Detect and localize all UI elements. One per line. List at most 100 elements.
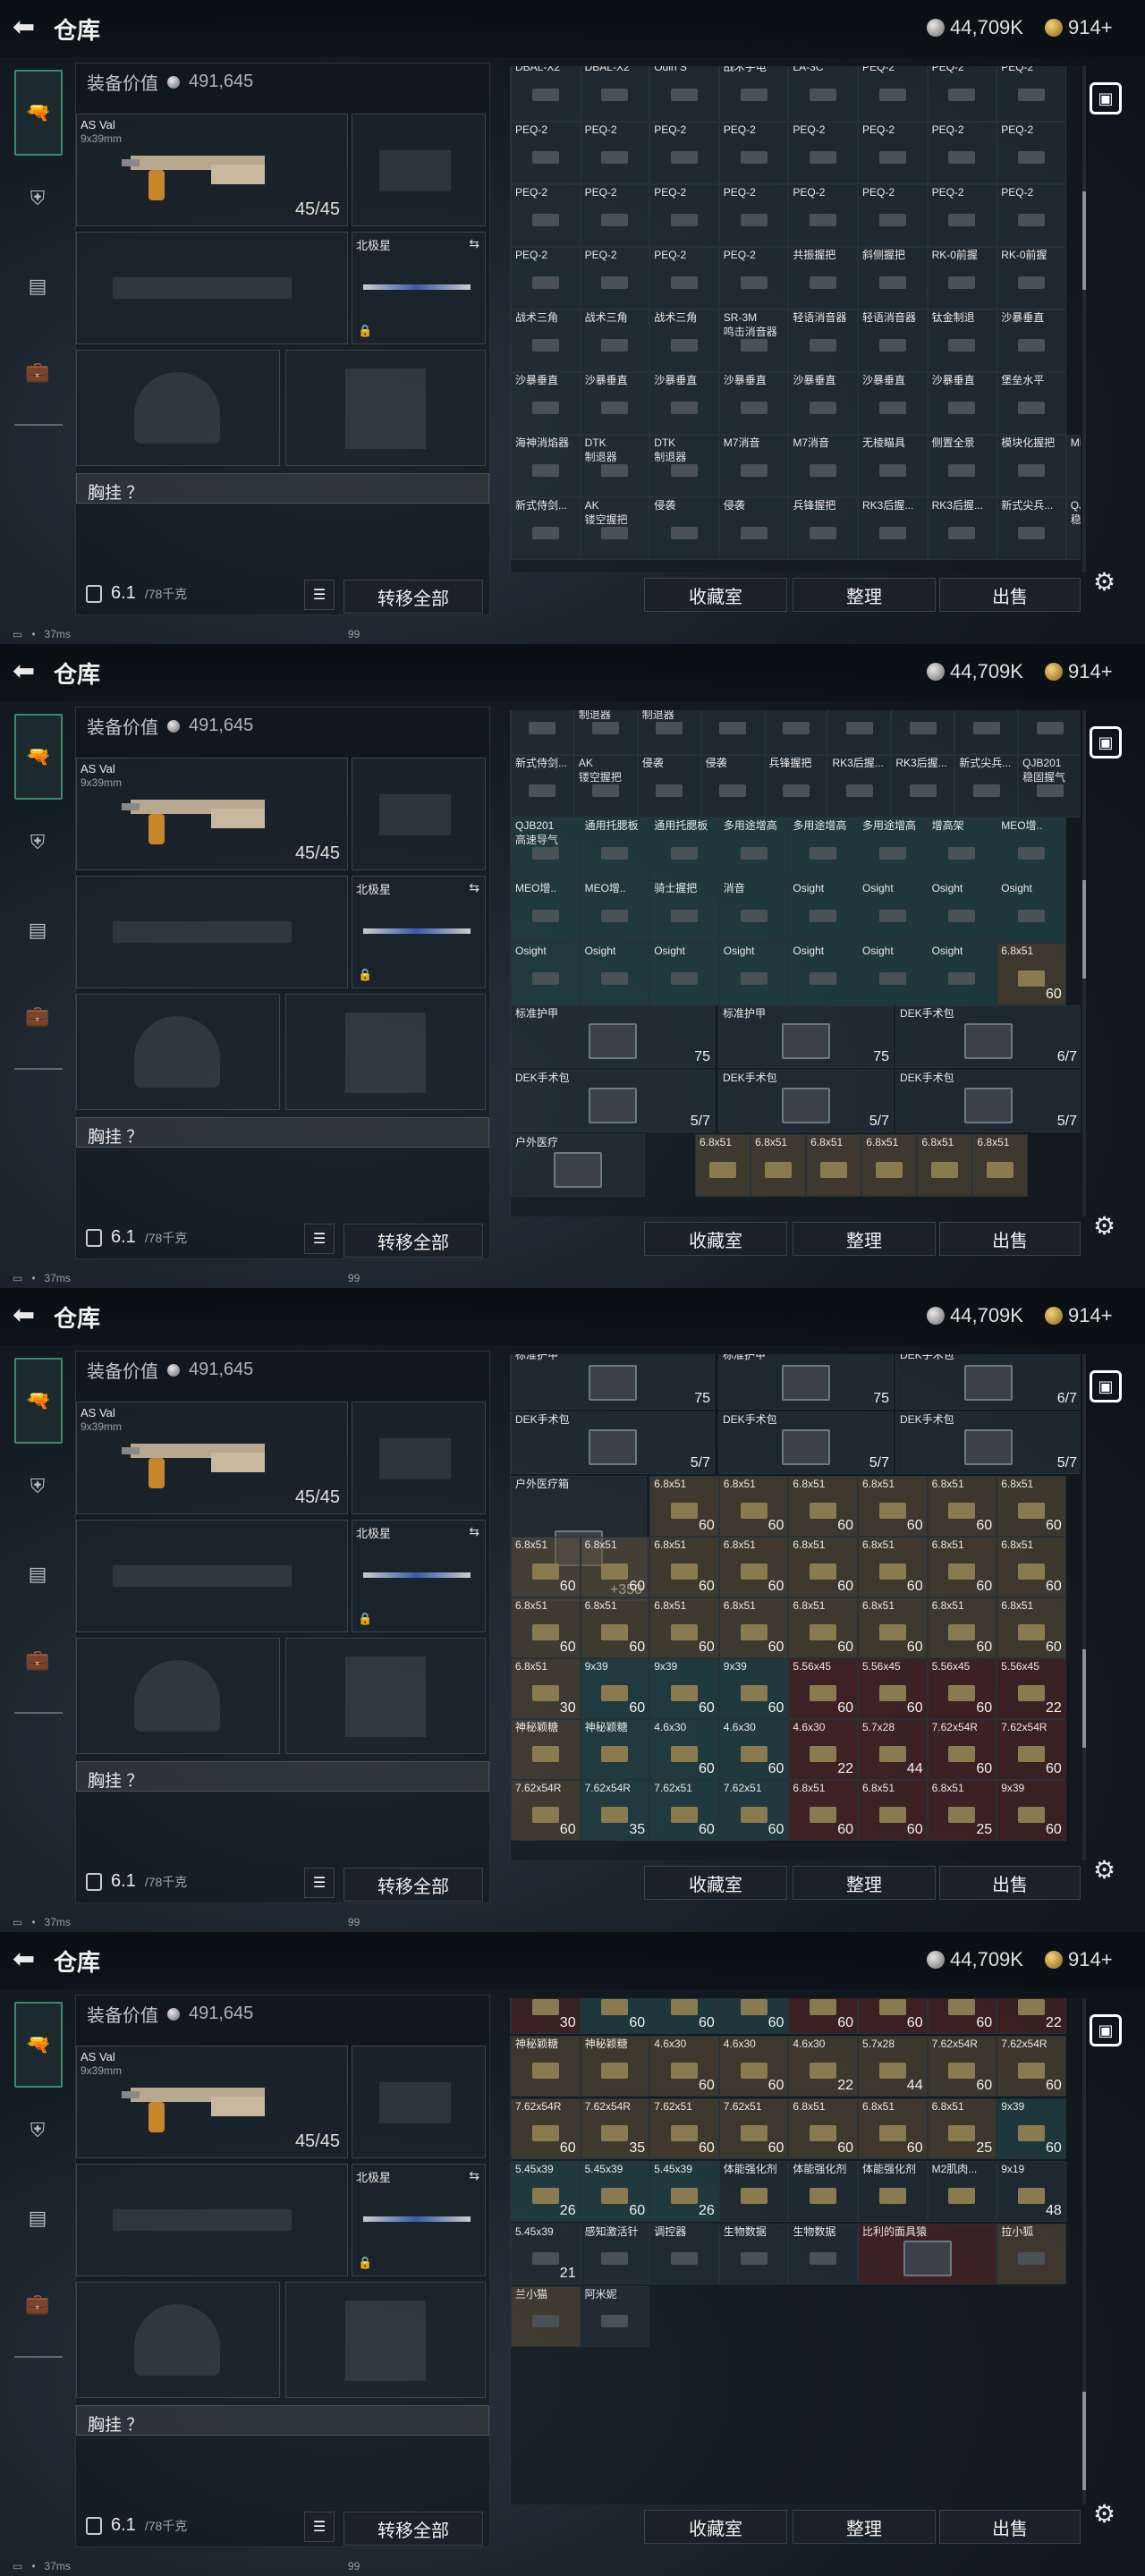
inventory-item[interactable]: 通用托腮板 xyxy=(580,818,650,880)
storage-grid[interactable]: 30 60 60 60 60 60 60 22 神秘颖糖 神秘颖糖 4.6x30 60 4.6x30 60… xyxy=(510,1998,1081,2504)
inventory-item[interactable]: 新式侍剑... xyxy=(511,755,574,818)
vest-tab-icon[interactable]: ▤ xyxy=(16,1553,59,1596)
backpack-tab-icon[interactable]: 💼 xyxy=(16,995,59,1038)
vest-tab-icon[interactable]: ▤ xyxy=(16,265,59,308)
inventory-item[interactable]: MEO增.. xyxy=(511,880,581,943)
helmet-slot[interactable] xyxy=(76,350,280,466)
inventory-item[interactable]: 生物数据 xyxy=(788,2224,858,2284)
inventory-item[interactable]: 9x39 60 xyxy=(997,1780,1066,1841)
inventory-item[interactable]: PEQ-2 xyxy=(511,247,581,309)
helmet-slot[interactable] xyxy=(76,2282,280,2398)
inventory-item[interactable]: 6.8x51 60 xyxy=(858,1476,928,1537)
inventory-item[interactable]: 5.45x39 26 xyxy=(649,2161,719,2222)
inventory-item[interactable]: 60 xyxy=(718,1998,789,2034)
inventory-item[interactable]: 增高架 xyxy=(927,818,997,880)
inventory-item[interactable]: 海神消焰器 xyxy=(511,435,581,497)
inventory-item[interactable]: 侧置全景 xyxy=(891,710,955,755)
inventory-item[interactable]: 消音 xyxy=(718,880,789,943)
backpack-tab-icon[interactable]: 💼 xyxy=(16,2283,59,2326)
transfer-all-button[interactable]: 转移全部 xyxy=(344,2512,483,2546)
inventory-item[interactable]: PEQ-2 xyxy=(927,122,997,184)
inventory-item[interactable]: DEK手术包 5/7 xyxy=(718,1411,894,1474)
inventory-item[interactable]: 生物数据 xyxy=(718,2224,789,2284)
inventory-item[interactable]: Osight xyxy=(788,880,858,943)
secondary-weapon-slot[interactable] xyxy=(76,2164,348,2276)
gold-currency[interactable]: 914+ xyxy=(1045,16,1113,39)
inventory-item[interactable]: PEQ-2 xyxy=(927,66,997,122)
secondary-weapon-slot[interactable] xyxy=(76,232,348,344)
inventory-item[interactable]: Odin S xyxy=(649,66,719,122)
inventory-item[interactable]: 6.8x51 60 xyxy=(580,1537,650,1597)
inventory-item[interactable]: 5.45x39 26 xyxy=(511,2161,581,2222)
gear-icon[interactable]: ⚙ xyxy=(1093,2499,1115,2529)
back-arrow-icon[interactable]: ⬅ xyxy=(13,1302,35,1329)
inventory-item[interactable]: DBAL-X2 xyxy=(511,66,581,122)
inventory-item[interactable]: 6.8x51 60 xyxy=(788,2098,858,2159)
inventory-item[interactable]: PEQ-2 xyxy=(649,184,719,247)
inventory-item[interactable]: M7消音 xyxy=(700,710,765,755)
gold-currency[interactable]: 914+ xyxy=(1045,660,1113,683)
inventory-item[interactable]: 7.62x54R 60 xyxy=(997,2036,1066,2097)
armor-tab-icon[interactable]: ⛨ xyxy=(16,1465,59,1508)
pistol-slot[interactable] xyxy=(352,758,486,870)
inventory-item[interactable]: 海神消焰器 xyxy=(511,710,574,755)
inventory-item[interactable]: 堡垒水平 xyxy=(997,372,1066,435)
inventory-item[interactable]: Osight xyxy=(858,943,928,1005)
inventory-item[interactable]: Osight xyxy=(788,943,858,1005)
inventory-item[interactable]: PEQ-2 xyxy=(927,184,997,247)
inventory-item[interactable]: 6.8x51 60 xyxy=(858,1537,928,1597)
inventory-item[interactable]: 共振握把 xyxy=(788,247,858,309)
gear-icon[interactable]: ⚙ xyxy=(1093,1855,1115,1885)
secondary-weapon-slot[interactable] xyxy=(76,1520,348,1632)
inventory-item[interactable]: 6.8x51 60 xyxy=(997,1537,1066,1597)
gold-currency[interactable]: 914+ xyxy=(1045,1304,1113,1327)
secondary-weapon-slot[interactable] xyxy=(76,876,348,988)
inventory-item[interactable]: 多用途增高 xyxy=(718,818,789,880)
inventory-item[interactable]: 5.7x28 44 xyxy=(858,1719,928,1780)
list-view-icon[interactable]: ☰ xyxy=(304,580,335,610)
inventory-item[interactable]: 无棱瞄具 xyxy=(858,435,928,497)
inventory-item[interactable]: PEQ-2 xyxy=(788,122,858,184)
list-view-icon[interactable]: ☰ xyxy=(304,2512,335,2542)
inventory-item[interactable]: 侵袭 xyxy=(718,497,789,560)
weapon-tab-icon[interactable]: 🔫 xyxy=(14,2002,63,2088)
melee-slot[interactable]: 北极星 ⇆ 🔒 xyxy=(352,2164,486,2276)
pistol-slot[interactable] xyxy=(352,1402,486,1514)
inventory-item[interactable]: 战术三角 xyxy=(649,309,719,372)
inventory-item[interactable]: 60 xyxy=(858,1998,928,2034)
inventory-item[interactable]: PEQ-2 xyxy=(580,184,650,247)
inventory-item[interactable]: 4.6x30 22 xyxy=(788,2036,858,2097)
inventory-item[interactable]: QJB201稳固握柄 xyxy=(1065,497,1081,560)
armor-slot[interactable] xyxy=(285,350,486,466)
list-view-icon[interactable]: ☰ xyxy=(304,1224,335,1254)
inventory-item[interactable]: 9x39 60 xyxy=(649,1658,719,1719)
inventory-item[interactable]: 模块化握把 xyxy=(997,435,1066,497)
inventory-item[interactable]: DTK 制退器 xyxy=(649,435,719,497)
swap-icon[interactable]: ⇆ xyxy=(469,236,479,251)
inventory-item[interactable]: DEK手术包 5/7 xyxy=(895,1411,1081,1474)
inventory-item[interactable]: 标准护甲 75 xyxy=(718,1354,894,1410)
inventory-item[interactable]: RK3后握... xyxy=(827,755,892,818)
inventory-item[interactable]: 沙暴垂直 xyxy=(927,372,997,435)
inventory-item[interactable]: 沙暴垂直 xyxy=(858,372,928,435)
inventory-item[interactable]: 6.8x51 xyxy=(861,1134,918,1197)
inventory-item[interactable]: PEQ-2 xyxy=(997,66,1066,122)
inventory-item[interactable]: 5.56x45 60 xyxy=(788,1658,858,1719)
inventory-item[interactable]: LA-3C xyxy=(788,66,858,122)
inventory-item[interactable]: 6.8x51 60 xyxy=(718,1597,789,1658)
inventory-item[interactable]: 战术三角 xyxy=(511,309,581,372)
armor-tab-icon[interactable]: ⛨ xyxy=(16,177,59,220)
vest-tab-icon[interactable]: ▤ xyxy=(16,909,59,952)
back-arrow-icon[interactable]: ⬅ xyxy=(13,658,35,685)
inventory-item[interactable]: 6.8x51 60 xyxy=(997,943,1066,1005)
inventory-item[interactable]: Osight xyxy=(580,943,650,1005)
vest-tab-icon[interactable]: ▤ xyxy=(16,2197,59,2240)
sell-button[interactable]: 出售 xyxy=(939,578,1081,612)
chest-rig-slot[interactable]: 胸挂 ？ xyxy=(76,473,489,504)
armor-slot[interactable] xyxy=(285,2282,486,2398)
inventory-item[interactable]: 6.8x51 60 xyxy=(788,1780,858,1841)
primary-weapon-slot[interactable]: AS Val 9x39mm 45/45 xyxy=(76,758,348,870)
inventory-item[interactable]: M7消音 xyxy=(788,435,858,497)
inventory-item[interactable]: 体能强化剂 xyxy=(858,2161,928,2222)
inventory-item[interactable]: 6.8x51 60 xyxy=(858,1780,928,1841)
